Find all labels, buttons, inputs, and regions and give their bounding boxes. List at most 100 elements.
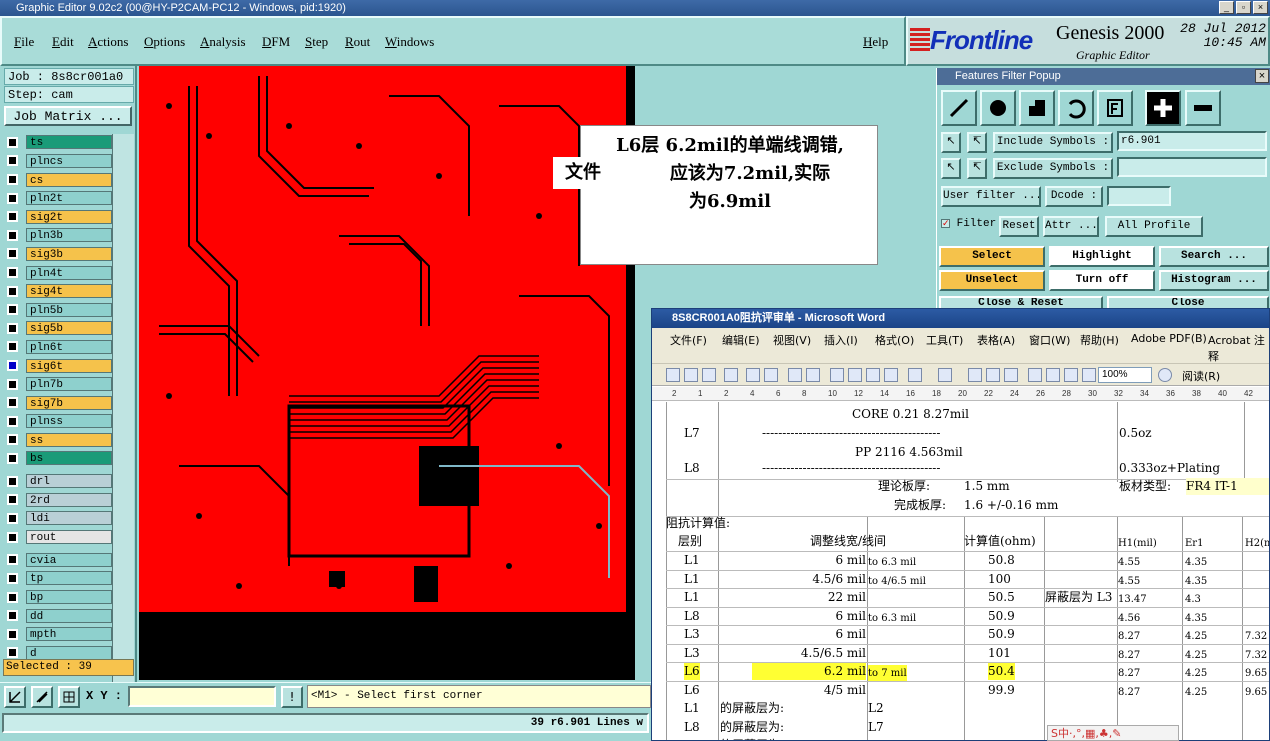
layer-name[interactable]: sig4t [26, 284, 112, 299]
layer-checkbox[interactable] [7, 341, 18, 353]
layer-name[interactable]: mpth [26, 627, 112, 642]
layer-checkbox[interactable] [7, 378, 18, 390]
layer-row-pln6t[interactable]: pln6t [4, 339, 112, 356]
undo-icon[interactable] [908, 368, 922, 382]
layer-checkbox[interactable] [7, 610, 18, 622]
word-menu-acrobat[interactable]: Acrobat 注释 [1208, 332, 1269, 364]
menu-analysis[interactable]: Analysis [200, 34, 246, 50]
layer-name[interactable]: pln6t [26, 339, 112, 354]
tables-icon[interactable] [986, 368, 1000, 382]
include-symbols-field[interactable]: r6.901 [1117, 131, 1267, 151]
zoom-dropdown[interactable]: 100% [1098, 367, 1152, 383]
ime-icons[interactable]: S中·,°,▦,♣,✎ [1051, 725, 1121, 741]
layer-row-pln3b[interactable]: pln3b [4, 227, 112, 244]
layer-name[interactable]: rout [26, 530, 112, 545]
layer-row-pln7b[interactable]: pln7b [4, 376, 112, 393]
layer-row-cs[interactable]: cs [4, 171, 112, 188]
exclude-pick-icon[interactable]: ↸ [967, 158, 987, 179]
minimize-button[interactable]: _ [1219, 1, 1234, 14]
open-icon[interactable] [684, 368, 698, 382]
layer-row-sig5b[interactable]: sig5b [4, 320, 112, 337]
layer-checkbox[interactable] [7, 397, 18, 409]
reading-layout-button[interactable]: 阅读(R) [1182, 368, 1220, 384]
preview-icon[interactable] [764, 368, 778, 382]
zoom-window-icon[interactable] [4, 686, 26, 708]
layer-name[interactable]: 2rd [26, 492, 112, 507]
layer-row-dd[interactable]: dd [4, 607, 112, 624]
menu-edit[interactable]: Edit [52, 34, 74, 50]
word-document[interactable]: CORE 0.21 8.27mil L7 -------------------… [652, 402, 1269, 740]
layer-row-sig4t[interactable]: sig4t [4, 283, 112, 300]
line-icon[interactable] [941, 90, 977, 126]
layer-checkbox[interactable] [7, 192, 18, 204]
reset-button[interactable]: Reset [999, 216, 1039, 237]
layer-checkbox[interactable] [7, 572, 18, 584]
filter-checkbox-icon[interactable]: ✓ [941, 219, 950, 229]
menu-rout[interactable]: Rout [345, 34, 370, 50]
insert-table-icon[interactable] [1004, 368, 1018, 382]
measure-icon[interactable] [31, 686, 53, 708]
layer-name[interactable]: sig5b [26, 321, 112, 336]
layer-name[interactable]: ts [26, 135, 112, 150]
layer-checkbox[interactable] [7, 531, 18, 543]
layer-row-pln5b[interactable]: pln5b [4, 301, 112, 318]
exclude-symbols-field[interactable] [1117, 157, 1267, 177]
layer-row-bp[interactable]: bp [4, 589, 112, 606]
maximize-button[interactable]: ▫ [1236, 1, 1251, 14]
new-icon[interactable] [666, 368, 680, 382]
layer-checkbox[interactable] [7, 322, 18, 334]
menu-options[interactable]: Options [144, 34, 185, 50]
layer-row-plncs[interactable]: plncs [4, 153, 112, 170]
layer-checkbox[interactable] [7, 155, 18, 167]
exclude-symbols-button[interactable]: Exclude Symbols : [993, 158, 1113, 179]
word-menu-file[interactable]: 文件(F) [670, 332, 707, 348]
layer-row-sig7b[interactable]: sig7b [4, 394, 112, 411]
select-button[interactable]: Select [939, 246, 1045, 267]
layer-name[interactable]: pln4t [26, 265, 112, 280]
layer-name[interactable]: pln2t [26, 191, 112, 206]
permission-icon[interactable] [724, 368, 738, 382]
layer-name[interactable]: dd [26, 608, 112, 623]
layer-name[interactable]: drl [26, 474, 112, 489]
menu-step[interactable]: Step [305, 34, 328, 50]
document-map-icon[interactable] [1064, 368, 1078, 382]
word-menu-view[interactable]: 视图(V) [773, 332, 811, 348]
layer-name[interactable]: sig2t [26, 209, 112, 224]
format-painter-icon[interactable] [884, 368, 898, 382]
word-menu-adobe-pdf[interactable]: Adobe PDF(B) [1131, 332, 1207, 345]
user-filter-button[interactable]: User filter ... [941, 186, 1041, 207]
layer-row-drl[interactable]: drl [4, 473, 112, 490]
exclude-pointer-icon[interactable]: ↖ [941, 158, 961, 179]
layer-checkbox[interactable] [7, 647, 18, 659]
columns-icon[interactable] [1028, 368, 1042, 382]
layer-checkbox[interactable] [7, 211, 18, 223]
menu-file[interactable]: File [14, 34, 34, 50]
research-icon[interactable] [806, 368, 820, 382]
dcode-field[interactable] [1107, 186, 1171, 206]
layer-checkbox[interactable] [7, 285, 18, 297]
layer-checkbox[interactable] [7, 452, 18, 464]
layer-name[interactable]: pln5b [26, 302, 112, 317]
unselect-button[interactable]: Unselect [939, 270, 1045, 291]
drawing-icon[interactable] [1046, 368, 1060, 382]
grid-snap-icon[interactable] [58, 686, 80, 708]
layer-checkbox[interactable] [7, 434, 18, 446]
layer-name[interactable]: plnss [26, 414, 112, 429]
show-hide-icon[interactable] [1082, 368, 1096, 382]
info-icon[interactable]: ! [281, 686, 303, 708]
layer-row-plnss[interactable]: plnss [4, 413, 112, 430]
layer-row-mpth[interactable]: mpth [4, 626, 112, 643]
word-menu-insert[interactable]: 插入(I) [824, 332, 858, 348]
redo-icon[interactable] [938, 368, 952, 382]
layer-checkbox[interactable] [7, 360, 18, 372]
plus-icon[interactable] [1145, 90, 1181, 126]
text-icon[interactable] [1097, 90, 1133, 126]
layer-checkbox[interactable] [7, 229, 18, 241]
layer-row-sig2t[interactable]: sig2t [4, 208, 112, 225]
word-menu-format[interactable]: 格式(O) [875, 332, 914, 348]
layer-row-sig6t[interactable]: sig6t [4, 357, 112, 374]
layer-name[interactable]: tp [26, 571, 112, 586]
word-menu-tools[interactable]: 工具(T) [926, 332, 963, 348]
layer-row-ss[interactable]: ss [4, 432, 112, 449]
layer-row-2rd[interactable]: 2rd [4, 491, 112, 508]
